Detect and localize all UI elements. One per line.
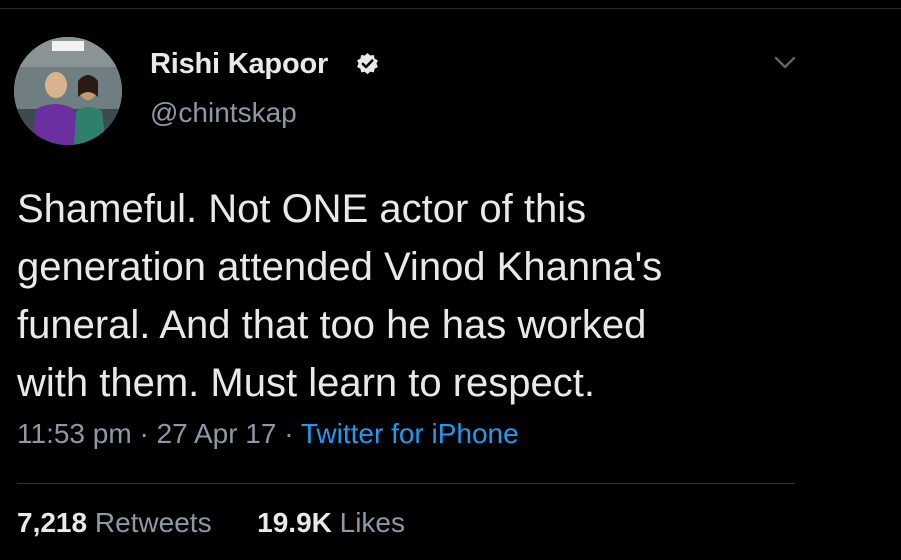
tweet-meta: 11:53 pm · 27 Apr 17 · Twitter for iPhon… xyxy=(17,418,519,450)
tweet-date[interactable]: 27 Apr 17 xyxy=(157,418,277,449)
likes-count: 19.9K xyxy=(257,507,332,538)
avatar[interactable] xyxy=(14,37,122,145)
tweet-text-line: generation attended Vinod Khanna's xyxy=(17,245,663,289)
stats-divider xyxy=(17,483,795,484)
likes-label: Likes xyxy=(339,507,406,538)
tweet-text-line: Shameful. Not ONE actor of this xyxy=(17,187,587,231)
tweet-text-line: with them. Must learn to respect. xyxy=(17,361,596,405)
verified-badge-icon xyxy=(357,53,378,75)
tweet-text-line: funeral. And that too he has worked xyxy=(17,303,647,347)
meta-separator: · xyxy=(284,418,294,449)
display-name[interactable]: Rishi Kapoor xyxy=(150,48,328,81)
retweets-count: 7,218 xyxy=(17,507,88,538)
user-handle[interactable]: @chintskap xyxy=(150,97,297,129)
profile-photo-icon xyxy=(14,37,122,145)
top-divider xyxy=(0,8,901,9)
tweet-time[interactable]: 11:53 pm xyxy=(17,418,132,449)
tweet-stats: 7,218 Retweets 19.9K Likes xyxy=(17,507,405,539)
chevron-down-icon[interactable] xyxy=(774,56,796,70)
tweet-source-link[interactable]: Twitter for iPhone xyxy=(301,418,519,449)
retweets-label: Retweets xyxy=(94,507,212,538)
likes-stat[interactable]: 19.9K Likes xyxy=(257,507,405,538)
retweets-stat[interactable]: 7,218 Retweets xyxy=(17,507,219,538)
meta-separator: · xyxy=(139,418,149,449)
tweet-text: Shameful. Not ONE actor of this generati… xyxy=(17,180,887,412)
